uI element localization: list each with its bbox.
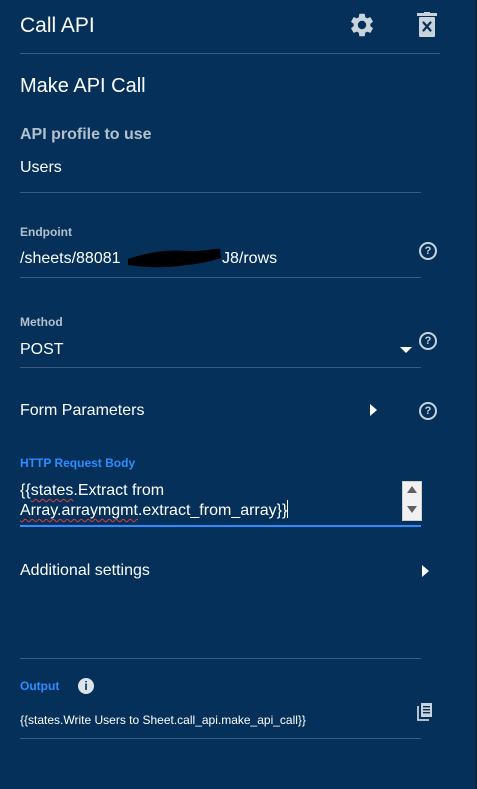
- scroll-down-arrow-icon[interactable]: [407, 506, 417, 513]
- method-divider: [20, 367, 421, 368]
- form-parameters-expand-icon[interactable]: [370, 404, 377, 416]
- header-divider: [20, 53, 440, 54]
- text-caret: [287, 500, 289, 518]
- section-title: Make API Call: [20, 75, 146, 97]
- http-request-body-label: HTTP Request Body: [20, 456, 136, 470]
- output-divider: [20, 658, 421, 659]
- http-body-line-2: Array.arraymgmt.extract_from_array}}: [20, 500, 289, 519]
- method-dropdown-arrow-icon[interactable]: [400, 347, 412, 353]
- call-api-panel: Call API Make API Call API profile to us…: [0, 0, 477, 789]
- panel-title: Call API: [20, 14, 95, 37]
- redaction-mark: [128, 248, 221, 268]
- info-icon[interactable]: i: [78, 678, 94, 694]
- form-parameters-help-icon[interactable]: ?: [419, 402, 437, 420]
- endpoint-value: /sheets/88081: [20, 250, 121, 267]
- method-select-value[interactable]: POST: [20, 341, 64, 359]
- output-value: {{states.Write Users to Sheet.call_api.m…: [20, 713, 306, 727]
- http-request-body-textarea[interactable]: {{states.Extract from Array.arraymgmt.ex…: [20, 481, 400, 523]
- endpoint-field[interactable]: /sheets/88081: [20, 250, 121, 268]
- gear-icon[interactable]: [348, 11, 376, 39]
- profile-divider: [20, 192, 421, 193]
- method-help-icon[interactable]: ?: [419, 332, 437, 350]
- api-profile-value[interactable]: Users: [20, 159, 62, 177]
- http-body-line-1: {{states.Extract from: [20, 482, 165, 499]
- additional-settings-label[interactable]: Additional settings: [20, 562, 150, 580]
- copy-icon[interactable]: [416, 702, 434, 722]
- method-label: Method: [20, 315, 63, 329]
- endpoint-divider: [20, 277, 421, 278]
- form-parameters-label[interactable]: Form Parameters: [20, 402, 144, 420]
- textarea-scrollbar[interactable]: [402, 481, 422, 521]
- endpoint-help-icon[interactable]: ?: [419, 242, 437, 260]
- trash-icon[interactable]: [416, 12, 438, 38]
- http-body-focus-underline: [20, 525, 421, 527]
- output-label: Output: [20, 679, 60, 693]
- api-profile-label: API profile to use: [20, 126, 152, 143]
- output-bottom-divider: [20, 738, 421, 739]
- additional-settings-expand-icon[interactable]: [422, 565, 429, 577]
- scroll-up-arrow-icon[interactable]: [407, 486, 417, 493]
- endpoint-label: Endpoint: [20, 225, 72, 239]
- endpoint-value-suffix: J8/rows: [222, 250, 278, 267]
